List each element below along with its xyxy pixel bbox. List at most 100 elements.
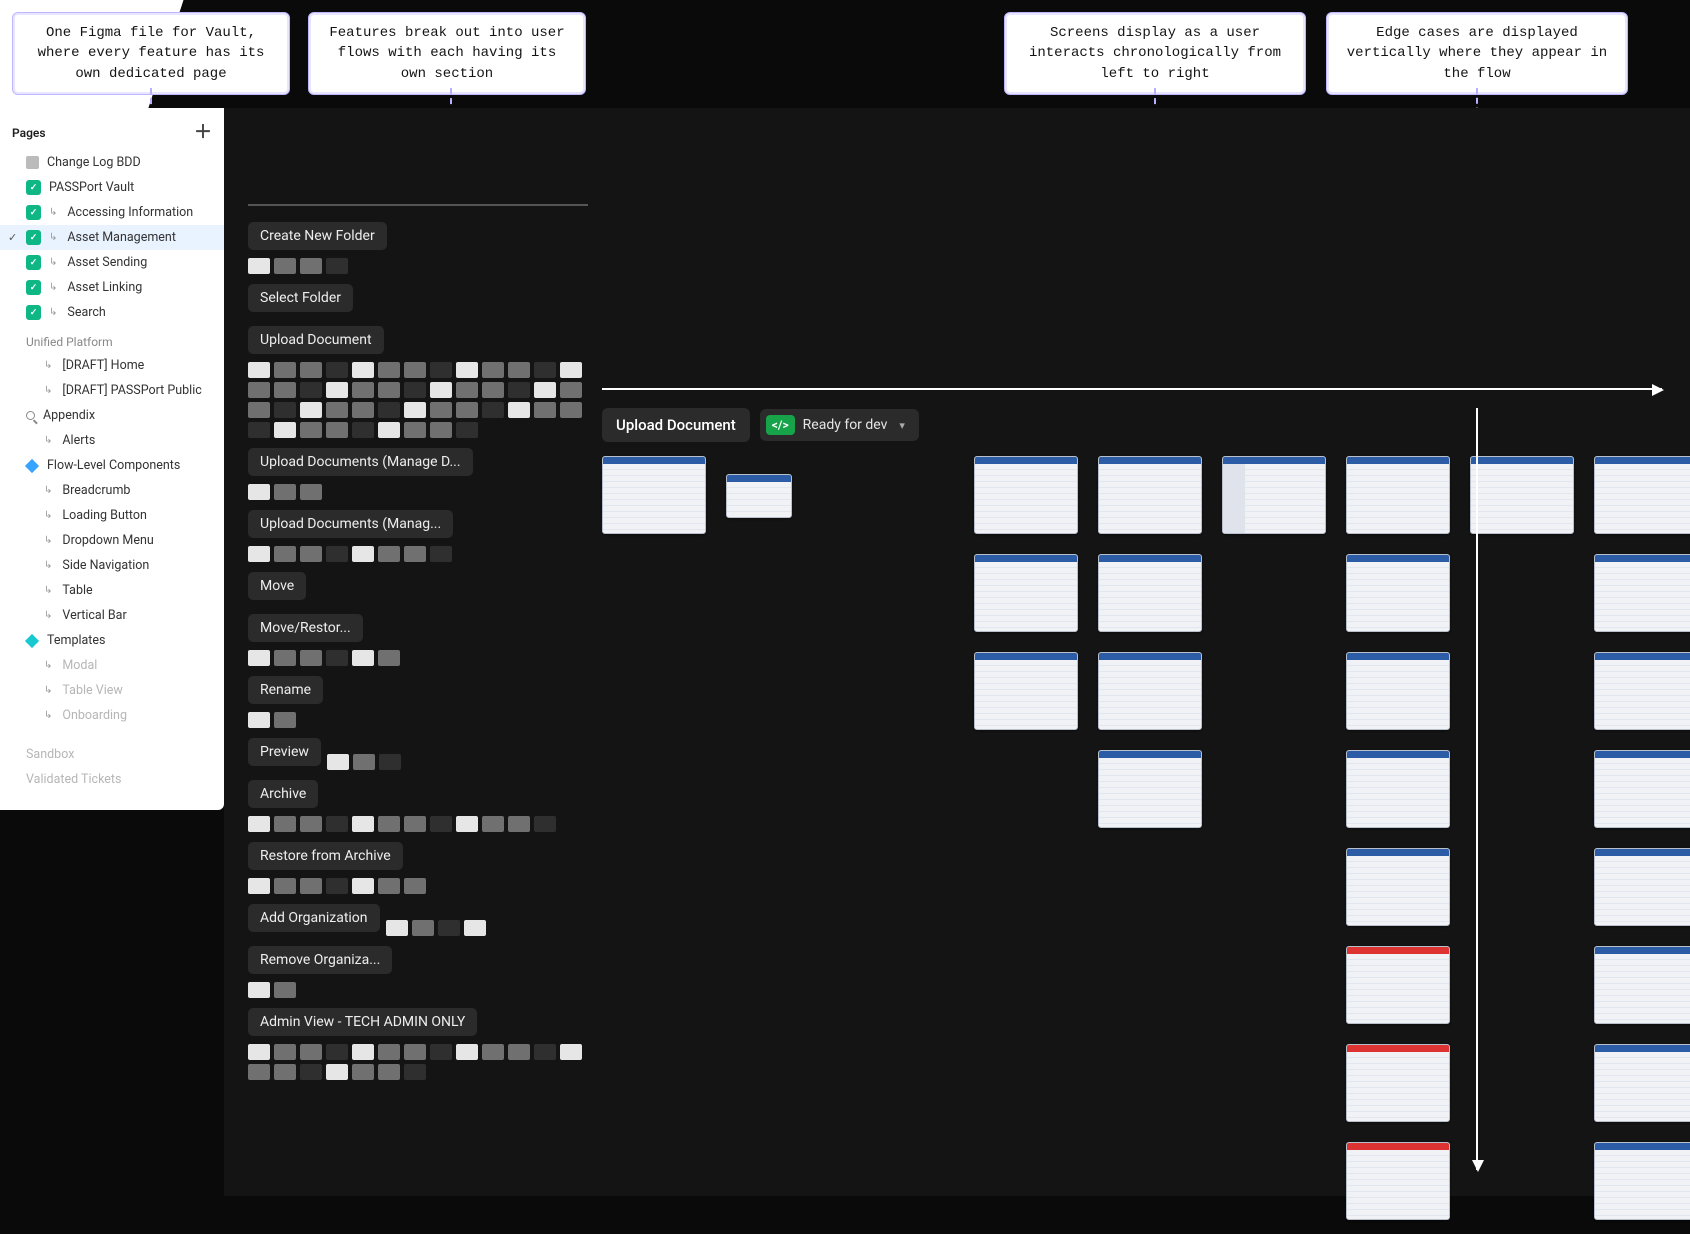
screen-thumb[interactable] [274,1044,296,1060]
screen-thumb[interactable] [300,422,322,438]
screen-thumb[interactable] [352,816,374,832]
screen-thumb[interactable] [248,546,270,562]
screen-thumb[interactable] [248,362,270,378]
screen-thumb[interactable] [248,402,270,418]
screen-thumb[interactable] [456,816,478,832]
screen-thumb[interactable] [404,362,426,378]
add-page-button[interactable]: ＋ [194,124,212,142]
screen-thumb[interactable] [456,1044,478,1060]
screen-thumb[interactable] [327,754,349,770]
screen-thumb[interactable] [300,258,322,274]
screen-thumb[interactable] [326,382,348,398]
page-asset-linking[interactable]: ✓ ↳ Asset Linking [0,275,224,300]
screen-thumb[interactable] [508,382,530,398]
screen-thumb[interactable] [248,258,270,274]
screen-thumb[interactable] [300,362,322,378]
flow-section-label[interactable]: Upload Documents (Manag... [248,510,453,538]
screen-thumb[interactable] [248,1064,270,1080]
screen-thumb[interactable] [248,650,270,666]
screen-thumb[interactable] [326,878,348,894]
screen-thumb[interactable] [379,754,401,770]
screen-thumb[interactable] [274,484,296,500]
screen-frame[interactable] [1346,554,1450,632]
screen-thumb[interactable] [404,1064,426,1080]
screen-thumb[interactable] [378,1044,400,1060]
screen-thumb[interactable] [456,362,478,378]
page-dropdown-menu[interactable]: ↳Dropdown Menu [0,528,224,553]
screen-thumb[interactable] [412,920,434,936]
screen-thumb[interactable] [274,982,296,998]
screen-thumb[interactable] [352,878,374,894]
page-search[interactable]: ✓ ↳ Search [0,300,224,325]
flow-section-label[interactable]: Archive [248,780,318,808]
page-asset-management[interactable]: ✓ ↳ Asset Management [0,225,224,250]
screen-thumb[interactable] [300,402,322,418]
screen-thumb[interactable] [326,816,348,832]
screen-thumb[interactable] [378,546,400,562]
screen-thumb[interactable] [404,546,426,562]
status-chip[interactable]: </> Ready for dev ▾ [760,409,919,441]
screen-thumb[interactable] [352,1044,374,1060]
screen-thumb[interactable] [274,422,296,438]
screen-frame[interactable] [1594,750,1690,828]
flow-section-label[interactable]: Rename [248,676,323,704]
page-side-navigation[interactable]: ↳Side Navigation [0,553,224,578]
screen-thumb[interactable] [300,816,322,832]
screen-frame[interactable] [1594,1044,1690,1122]
screen-thumb[interactable] [430,362,452,378]
screen-frame[interactable] [602,456,706,534]
screen-thumb[interactable] [378,362,400,378]
screen-thumb[interactable] [274,258,296,274]
screen-thumb[interactable] [274,382,296,398]
screen-thumb[interactable] [352,422,374,438]
screen-thumb[interactable] [326,402,348,418]
screen-thumb[interactable] [248,484,270,500]
flow-section-label[interactable]: Move/Restor... [248,614,363,642]
figma-canvas[interactable]: Create New FolderSelect FolderUpload Doc… [224,108,1690,1196]
screen-thumb[interactable] [378,422,400,438]
screen-thumb[interactable] [482,382,504,398]
screen-thumb[interactable] [404,422,426,438]
screen-thumb[interactable] [430,1044,452,1060]
screen-thumb[interactable] [300,1064,322,1080]
flow-section-label[interactable]: Admin View - TECH ADMIN ONLY [248,1008,477,1036]
screen-frame[interactable] [1346,456,1450,534]
screen-frame[interactable] [974,456,1078,534]
screen-thumb[interactable] [300,1044,322,1060]
screen-thumb[interactable] [326,1064,348,1080]
screen-frame[interactable] [1098,554,1202,632]
screen-thumb[interactable] [326,258,348,274]
screen-thumb[interactable] [508,816,530,832]
screen-thumb[interactable] [378,382,400,398]
page-validated-tickets[interactable]: Validated Tickets [0,767,224,792]
flow-section-label[interactable]: Restore from Archive [248,842,403,870]
group-appendix[interactable]: Appendix [0,403,224,428]
screen-frame[interactable] [1470,456,1574,534]
screen-thumb[interactable] [430,816,452,832]
page-table[interactable]: ↳Table [0,578,224,603]
screen-frame[interactable] [1098,652,1202,730]
page-accessing-info[interactable]: ✓ ↳ Accessing Information [0,200,224,225]
screen-thumb[interactable] [404,816,426,832]
screen-frame[interactable] [1594,848,1690,926]
screen-frame[interactable] [1594,554,1690,632]
screen-thumb[interactable] [430,422,452,438]
screen-frame[interactable] [1346,848,1450,926]
page-table-view[interactable]: ↳Table View [0,678,224,703]
screen-thumb[interactable] [300,382,322,398]
screen-thumb[interactable] [300,878,322,894]
screen-thumb[interactable] [326,362,348,378]
screen-thumb[interactable] [404,402,426,418]
screen-thumb[interactable] [248,1044,270,1060]
screen-thumb[interactable] [248,878,270,894]
screen-thumb[interactable] [378,1064,400,1080]
page-alerts[interactable]: ↳ Alerts [0,428,224,453]
flow-section-label[interactable]: Preview [248,738,321,766]
screen-frame[interactable] [1346,946,1450,1024]
screen-thumb[interactable] [430,546,452,562]
screen-thumb[interactable] [378,878,400,894]
screen-thumb[interactable] [386,920,408,936]
screen-thumb[interactable] [464,920,486,936]
screen-thumb[interactable] [274,402,296,418]
screen-frame[interactable] [974,652,1078,730]
